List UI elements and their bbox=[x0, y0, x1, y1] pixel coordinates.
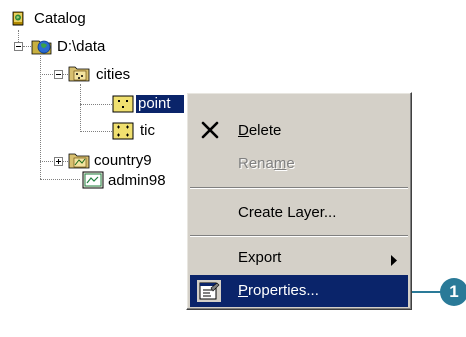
tree-item-catalog[interactable]: Catalog bbox=[34, 10, 86, 28]
menu-item-properties[interactable]: Properties... bbox=[190, 275, 408, 307]
tree-item-tic[interactable]: tic bbox=[140, 122, 155, 140]
drive-folder-icon bbox=[31, 37, 53, 59]
menu-item-create-layer-label: Create Layer... bbox=[238, 204, 337, 221]
menu-item-delete-label: Delete bbox=[238, 122, 282, 139]
expander-country[interactable] bbox=[54, 157, 63, 166]
menu-item-export[interactable]: Export bbox=[190, 242, 408, 274]
catalog-icon bbox=[9, 10, 27, 32]
menu-item-delete[interactable]: Delete bbox=[190, 115, 408, 147]
tree-item-admin[interactable]: admin98 bbox=[108, 172, 186, 190]
tree-item-point[interactable]: point bbox=[136, 95, 184, 113]
tree-item-point-label: point bbox=[138, 95, 171, 112]
menu-item-create-layer[interactable]: Create Layer... bbox=[190, 197, 408, 229]
expander-cities[interactable] bbox=[54, 70, 63, 79]
submenu-arrow-icon bbox=[390, 253, 398, 270]
callout-badge: 1 bbox=[440, 278, 466, 306]
menu-separator bbox=[190, 187, 408, 189]
menu-separator bbox=[190, 235, 408, 237]
menu-item-rename-label: Rename bbox=[238, 155, 295, 172]
menu-item-export-label: Export bbox=[238, 249, 282, 266]
menu-item-properties-label: Properties... bbox=[238, 282, 319, 299]
context-menu: Delete Rename Create Layer... Export Pro… bbox=[186, 92, 412, 310]
coverage-icon bbox=[68, 151, 90, 173]
expander-drive[interactable] bbox=[14, 42, 23, 51]
delete-icon bbox=[200, 121, 220, 143]
shapefile-icon bbox=[82, 171, 104, 193]
tree-item-country[interactable]: country9 bbox=[94, 152, 186, 170]
properties-icon bbox=[197, 280, 221, 306]
menu-item-rename[interactable]: Rename bbox=[190, 148, 408, 180]
point-feature-icon bbox=[112, 95, 134, 117]
coverage-icon bbox=[68, 64, 90, 86]
tree-item-drive[interactable]: D:\data bbox=[57, 38, 105, 56]
tree-item-cities[interactable]: cities bbox=[96, 66, 130, 84]
tic-feature-icon bbox=[112, 122, 134, 144]
